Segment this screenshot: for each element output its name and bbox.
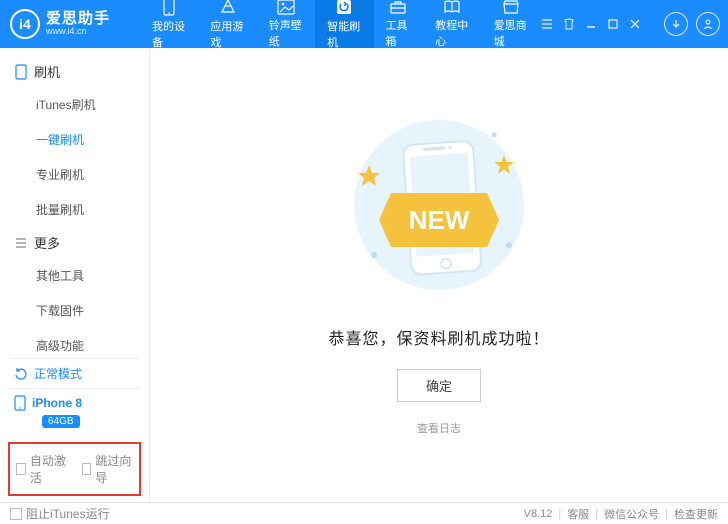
sidebar-item-itunes-flash[interactable]: iTunes刷机: [0, 87, 149, 122]
separator: |: [665, 508, 668, 520]
nav-label: 应用游戏: [210, 18, 244, 50]
content: NEW 恭喜您，保资料刷机成功啦！ 确定 查看日志: [150, 48, 728, 502]
support-link[interactable]: 客服: [567, 506, 589, 522]
checkbox-icon: [10, 508, 22, 520]
brand-title: 爱思助手: [46, 11, 110, 28]
checkbox-label: 跳过向导: [95, 452, 133, 486]
nav-label: 我的设备: [152, 18, 186, 50]
nav-label: 教程中心: [435, 17, 469, 49]
cycle-icon: [14, 367, 28, 381]
sidebar-item-advanced[interactable]: 高级功能: [0, 328, 149, 352]
book-icon: [443, 0, 461, 15]
section-title: 更多: [34, 233, 60, 252]
sidebar-section-more: 更多: [0, 227, 149, 258]
brand-subtitle: www.i4.cn: [46, 27, 110, 37]
shop-icon: [502, 0, 520, 15]
device-row[interactable]: iPhone 8: [10, 388, 139, 413]
nav-label: 工具箱: [386, 17, 412, 49]
success-message: 恭喜您，保资料刷机成功啦！: [328, 325, 549, 349]
sidebar-item-pro-flash[interactable]: 专业刷机: [0, 157, 149, 192]
toolbox-icon: [389, 0, 407, 15]
nav-toolbox[interactable]: 工具箱: [374, 0, 424, 48]
sidebar-item-oneclick-flash[interactable]: 一键刷机: [0, 122, 149, 157]
auto-activate-checkbox[interactable]: 自动激活: [16, 452, 68, 486]
checkbox-strip: 自动激活 跳过向导: [8, 442, 141, 496]
top-nav: 我的设备 应用游戏 铃声壁纸 智能刷机 工具箱 教程中心 爱思商城: [140, 0, 540, 48]
nav-tutorials[interactable]: 教程中心: [423, 0, 481, 48]
view-log-link[interactable]: 查看日志: [417, 420, 461, 436]
mode-row[interactable]: 正常模式: [10, 358, 139, 388]
sidebar-item-other-tools[interactable]: 其他工具: [0, 258, 149, 293]
checkbox-icon: [82, 463, 92, 475]
image-icon: [277, 0, 295, 15]
menu-icon[interactable]: [540, 17, 554, 31]
block-itunes-checkbox[interactable]: 阻止iTunes运行: [10, 505, 110, 522]
sidebar-item-download-firmware[interactable]: 下载固件: [0, 293, 149, 328]
statusbar: 阻止iTunes运行 V8.12 | 客服 | 微信公众号 | 检查更新: [0, 502, 728, 524]
close-icon[interactable]: [628, 17, 642, 31]
success-illustration: NEW: [329, 105, 549, 305]
nav-apps[interactable]: 应用游戏: [198, 0, 256, 48]
mode-label: 正常模式: [34, 365, 82, 382]
sidebar-section-flash: 刷机: [0, 56, 149, 87]
nav-label: 爱思商城: [494, 17, 528, 49]
separator: |: [595, 508, 598, 520]
nav-mall[interactable]: 爱思商城: [482, 0, 540, 48]
check-update-link[interactable]: 检查更新: [674, 506, 718, 522]
skin-icon[interactable]: [562, 17, 576, 31]
sidebar-item-batch-flash[interactable]: 批量刷机: [0, 192, 149, 227]
storage-badge: 64GB: [42, 415, 80, 428]
nav-flash[interactable]: 智能刷机: [315, 0, 373, 48]
checkbox-label: 阻止iTunes运行: [26, 505, 110, 522]
skip-guide-checkbox[interactable]: 跳过向导: [82, 452, 134, 486]
phone-outline-icon: [14, 65, 28, 79]
apps-icon: [219, 0, 237, 16]
nav-label: 铃声壁纸: [269, 17, 303, 49]
ok-button[interactable]: 确定: [397, 369, 481, 402]
phone-icon: [160, 0, 178, 16]
titlebar: i4 爱思助手 www.i4.cn 我的设备 应用游戏 铃声壁纸 智能刷机 工具…: [0, 0, 728, 48]
logo-icon: i4: [10, 9, 40, 39]
minimize-icon[interactable]: [584, 17, 598, 31]
wechat-link[interactable]: 微信公众号: [604, 506, 659, 522]
main-area: 刷机 iTunes刷机 一键刷机 专业刷机 批量刷机 更多 其他工具 下载固件 …: [0, 48, 728, 502]
version-label: V8.12: [524, 508, 553, 520]
download-icon[interactable]: [664, 12, 688, 36]
sidebar-footer: 正常模式 iPhone 8 64GB: [0, 352, 149, 436]
nav-ringtones[interactable]: 铃声壁纸: [257, 0, 315, 48]
list-icon: [14, 236, 28, 250]
device-name: iPhone 8: [32, 396, 82, 410]
flash-icon: [335, 0, 353, 16]
maximize-icon[interactable]: [606, 17, 620, 31]
separator: |: [558, 508, 561, 520]
window-controls: [540, 12, 720, 36]
new-text: NEW: [409, 205, 470, 235]
nav-my-device[interactable]: 我的设备: [140, 0, 198, 48]
nav-label: 智能刷机: [327, 18, 361, 50]
section-title: 刷机: [34, 62, 60, 81]
user-icon[interactable]: [696, 12, 720, 36]
device-phone-icon: [14, 395, 26, 411]
sidebar: 刷机 iTunes刷机 一键刷机 专业刷机 批量刷机 更多 其他工具 下载固件 …: [0, 48, 150, 502]
checkbox-icon: [16, 463, 26, 475]
brand: i4 爱思助手 www.i4.cn: [10, 9, 140, 39]
checkbox-label: 自动激活: [30, 452, 68, 486]
